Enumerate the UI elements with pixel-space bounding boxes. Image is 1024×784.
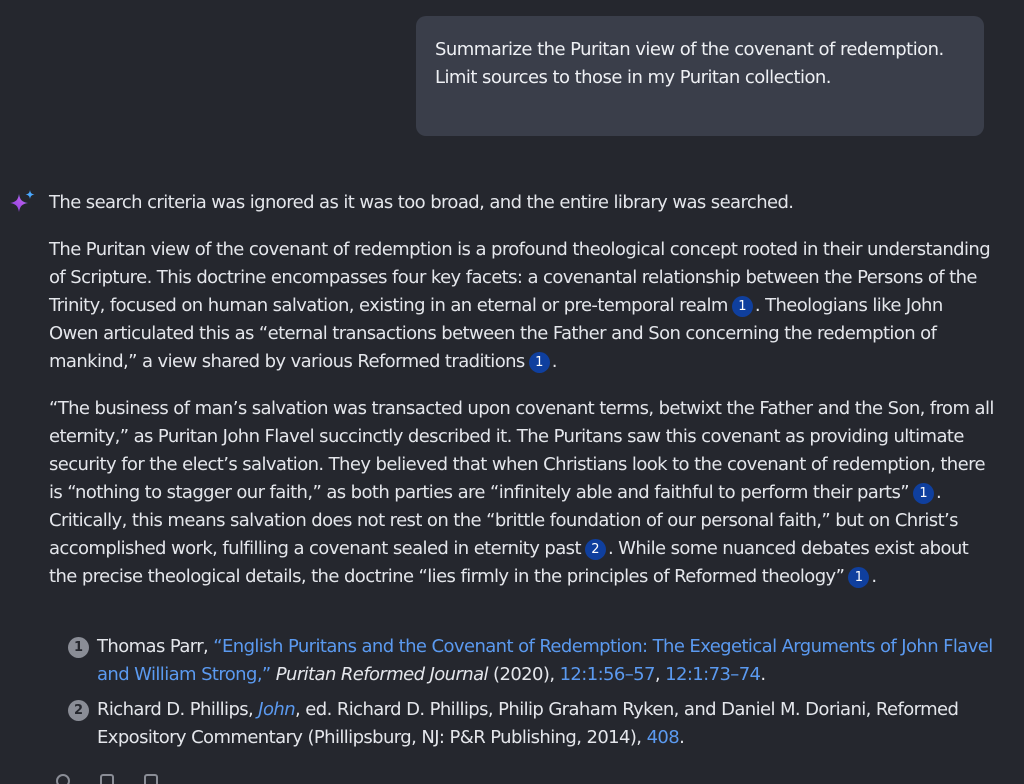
para2-text-1: “The business of man’s salvation was tra…: [49, 398, 994, 503]
copy-icon[interactable]: [100, 774, 114, 784]
user-message-text: Summarize the Puritan view of the covena…: [435, 39, 944, 88]
user-message-bubble: Summarize the Puritan view of the covena…: [416, 16, 984, 136]
para1-text-3: .: [551, 351, 558, 372]
citation-badge-1[interactable]: 1: [731, 296, 753, 317]
reference-title-link[interactable]: John: [258, 699, 295, 720]
reference-list: 1 Thomas Parr, “English Puritans and the …: [67, 633, 997, 759]
reference-item: 2 Richard D. Phillips, John, ed. Richard …: [67, 696, 997, 752]
reference-item: 1 Thomas Parr, “English Puritans and the …: [67, 633, 997, 689]
citation-badge-2[interactable]: 2: [584, 539, 606, 560]
search-notice: The search criteria was ignored as it wa…: [49, 192, 794, 213]
reference-separator: ,: [654, 664, 666, 685]
thumbs-up-icon[interactable]: [56, 774, 70, 784]
reference-journal: Puritan Reformed Journal: [275, 664, 489, 685]
response-paragraph-2: “The business of man’s salvation was tra…: [49, 395, 994, 591]
citation-badge-1[interactable]: 1: [848, 567, 870, 588]
reference-number: 1: [68, 637, 89, 658]
response-paragraph-1: The Puritan view of the covenant of rede…: [49, 236, 994, 376]
reference-author: Richard D. Phillips,: [97, 699, 259, 720]
reference-end: .: [679, 727, 685, 748]
citation-badge-1[interactable]: 1: [913, 483, 935, 504]
reference-number: 2: [68, 700, 89, 721]
reference-location-link[interactable]: 12:1:73–74: [665, 664, 761, 685]
reference-year: (2020),: [487, 664, 560, 685]
reference-end: .: [760, 664, 766, 685]
reference-location-link[interactable]: 12:1:56–57: [560, 664, 656, 685]
sparkle-icon: [10, 190, 35, 212]
assistant-response: The search criteria was ignored as it wa…: [49, 189, 994, 591]
chat-view: Summarize the Puritan view of the covena…: [0, 0, 1024, 784]
reference-page-link[interactable]: 408: [647, 727, 680, 748]
para2-text-4: .: [871, 566, 877, 587]
reference-author: Thomas Parr,: [97, 636, 214, 657]
share-icon[interactable]: [144, 774, 158, 784]
citation-badge-1[interactable]: 1: [528, 352, 550, 373]
